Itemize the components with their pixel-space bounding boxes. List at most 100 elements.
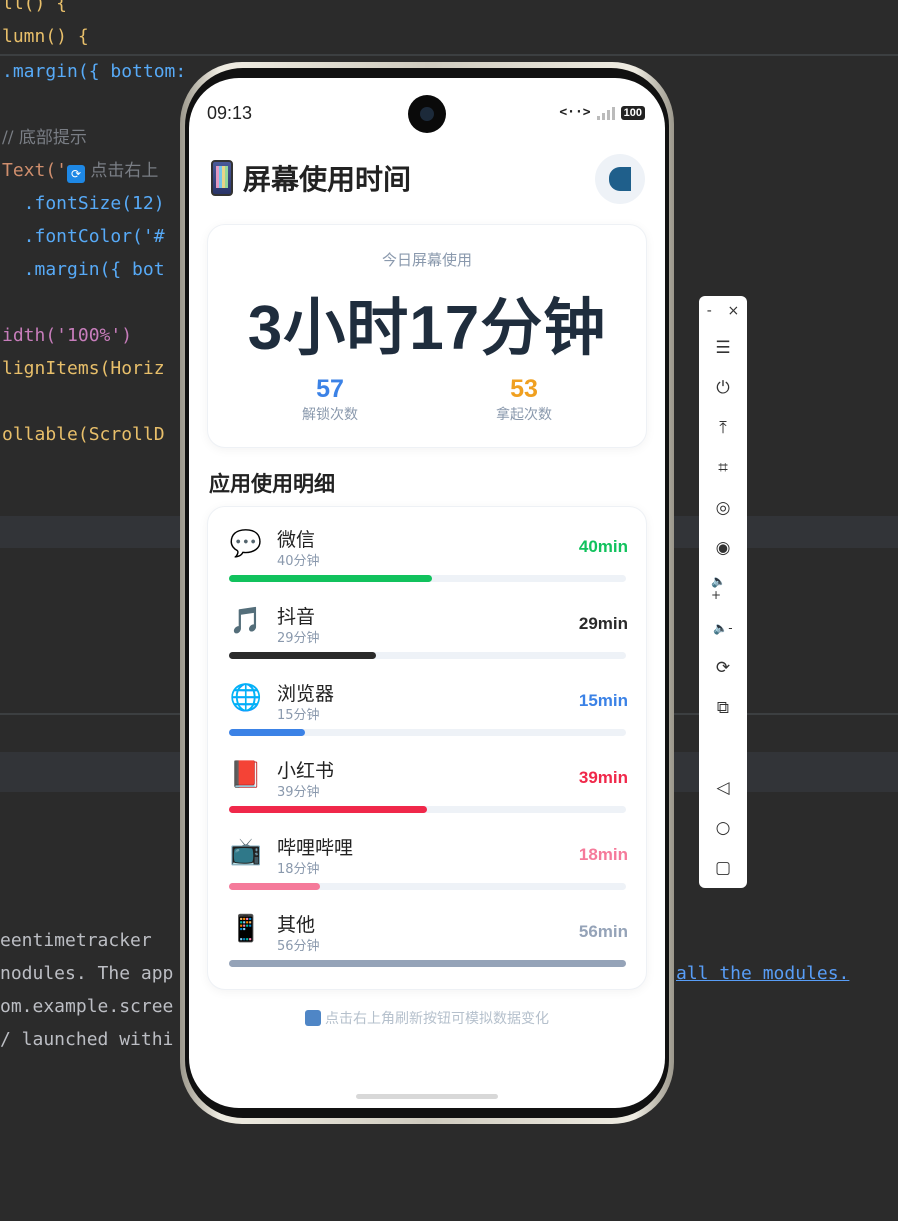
usage-bar-fill	[229, 883, 320, 890]
app-minutes: 29min	[578, 614, 628, 633]
battery-icon: 100	[620, 105, 645, 120]
app-row-bilibili[interactable]: 📺 哔哩哔哩 18分钟 18min	[208, 815, 648, 892]
pickup-count: 53	[510, 375, 538, 403]
home-indicator[interactable]	[356, 1094, 498, 1099]
signal-icon	[596, 106, 615, 120]
app-name: 抖音	[277, 607, 316, 628]
log-link[interactable]: all the modules.	[676, 963, 849, 984]
total-screen-time: 3小时17分钟	[247, 294, 607, 363]
app-minutes: 40min	[578, 537, 628, 556]
app-row-other[interactable]: 📱 其他 56分钟 56min	[208, 892, 648, 969]
summary-card: 今日屏幕使用 3小时17分钟 57 解锁次数 53 拿起次数	[207, 224, 647, 448]
app-minutes: 15min	[578, 691, 628, 710]
refresh-emoji-icon: ⟳	[67, 165, 86, 183]
app-row-browser[interactable]: 🌐 浏览器 15分钟 15min	[208, 661, 648, 738]
footer-tip-text: 点击右上角刷新按钮可模拟数据变化	[325, 1011, 549, 1027]
recents-icon[interactable]: ▢	[711, 856, 735, 880]
crop-icon[interactable]: ⌗	[711, 456, 735, 480]
power-icon[interactable]: ⏻	[711, 376, 735, 400]
ide-divider	[0, 54, 898, 56]
app-row-douyin[interactable]: 🎵 抖音 29分钟 29min	[208, 584, 648, 661]
footer-tip: 点击右上角刷新按钮可模拟数据变化	[189, 1008, 665, 1028]
unlock-count: 57	[316, 375, 344, 403]
pickup-label: 拿起次数	[496, 407, 552, 423]
usage-bar-track	[229, 960, 626, 967]
usage-bar-fill	[229, 806, 427, 813]
app-duration: 40分钟	[277, 554, 320, 569]
refresh-button[interactable]	[595, 154, 645, 204]
emulator-toolbar: - × ☰ ⏻ ⤒ ⌗ ◎ ◉ 🔈+ 🔈- ⟳ ⧉ ◁ ○ ▢	[699, 296, 747, 888]
usage-bar-fill	[229, 960, 626, 967]
summary-label: 今日屏幕使用	[381, 251, 472, 269]
log-line: om.example.scree	[0, 996, 174, 1017]
app-duration: 15分钟	[277, 708, 320, 723]
multi-device-icon[interactable]: ⧉	[711, 696, 735, 720]
usage-bar-track	[229, 575, 626, 582]
app-name: 微信	[277, 530, 316, 551]
log-line: eentimetracker	[0, 930, 152, 951]
close-button[interactable]: ×	[727, 303, 739, 319]
usage-bar-track	[229, 652, 626, 659]
app-bilibili-icon: 📺	[229, 837, 263, 867]
unlock-label: 解锁次数	[302, 407, 358, 423]
minimize-button[interactable]: -	[707, 303, 712, 319]
app-row-wechat[interactable]: 💬 微信 40分钟 40min	[208, 507, 648, 584]
pickup-stat: 53 拿起次数	[464, 375, 584, 424]
screenshot-icon[interactable]: ◎	[711, 496, 735, 520]
unlock-stat: 57 解锁次数	[270, 375, 390, 424]
app-duration: 18分钟	[277, 862, 320, 877]
app-name: 浏览器	[277, 684, 335, 705]
refresh-icon	[609, 167, 631, 191]
app-name: 其他	[277, 915, 316, 936]
app-duration: 56分钟	[277, 939, 320, 954]
phone-icon	[211, 160, 233, 196]
app-minutes: 18min	[578, 845, 628, 864]
usage-bar-track	[229, 729, 626, 736]
app-wechat-icon: 💬	[229, 529, 263, 559]
volume-up-icon[interactable]: 🔈+	[711, 574, 735, 602]
volume-down-icon[interactable]: 🔈-	[711, 616, 735, 640]
phone-screen: 09:13 <··> 100 屏幕使用时间 今日屏幕使用 3小时17分钟 57 …	[189, 78, 665, 1108]
usage-bar-track	[229, 883, 626, 890]
code-comment: // 底部提示	[2, 128, 87, 148]
code-line: ll() {	[2, 0, 68, 14]
page-title: 屏幕使用时间	[243, 164, 412, 195]
menu-icon[interactable]: ☰	[711, 336, 735, 360]
code-line: lumn() {	[2, 26, 89, 47]
status-icons: <··> 100	[559, 105, 645, 120]
home-icon[interactable]: ○	[711, 816, 735, 840]
pin-top-icon[interactable]: ⤒	[711, 416, 735, 440]
app-duration: 29分钟	[277, 631, 320, 646]
code-line: .margin({ bot	[2, 259, 165, 280]
code-line: idth('100%')	[2, 325, 133, 346]
log-line: nodules. The app	[0, 963, 174, 984]
app-minutes: 39min	[578, 768, 628, 787]
back-icon[interactable]: ◁	[711, 776, 735, 800]
app-duration: 39分钟	[277, 785, 320, 800]
status-time: 09:13	[207, 103, 253, 123]
section-title: 应用使用明细	[209, 473, 335, 496]
app-header: 屏幕使用时间	[211, 158, 411, 198]
app-usage-list: 💬 微信 40分钟 40min 🎵 抖音 29分钟 29min 🌐 浏览器 15分钟 15min 📕 小红…	[207, 506, 647, 990]
record-icon[interactable]: ◉	[711, 536, 735, 560]
usage-bar-track	[229, 806, 626, 813]
app-other-icon: 📱	[229, 914, 263, 944]
app-douyin-icon: 🎵	[229, 606, 263, 636]
usage-bar-fill	[229, 729, 305, 736]
log-line: / launched withi	[0, 1029, 174, 1050]
app-xiaohongshu-icon: 📕	[229, 760, 263, 790]
refresh-tip-icon	[305, 1010, 321, 1026]
code-line: .margin({ bottom:	[2, 61, 187, 82]
code-line: .fontSize(12)	[2, 193, 165, 214]
camera-icon	[408, 95, 446, 133]
app-browser-icon: 🌐	[229, 683, 263, 713]
code-line: lignItems(Horiz	[2, 358, 165, 379]
app-name: 哔哩哔哩	[277, 838, 354, 859]
toolbar-window-controls: - ×	[699, 296, 747, 326]
usage-bar-fill	[229, 575, 432, 582]
rotate-icon[interactable]: ⟳	[711, 656, 735, 680]
app-row-xiaohongshu[interactable]: 📕 小红书 39分钟 39min	[208, 738, 648, 815]
app-name: 小红书	[277, 761, 335, 782]
code-line: ollable(ScrollD	[2, 424, 165, 445]
usage-bar-fill	[229, 652, 376, 659]
